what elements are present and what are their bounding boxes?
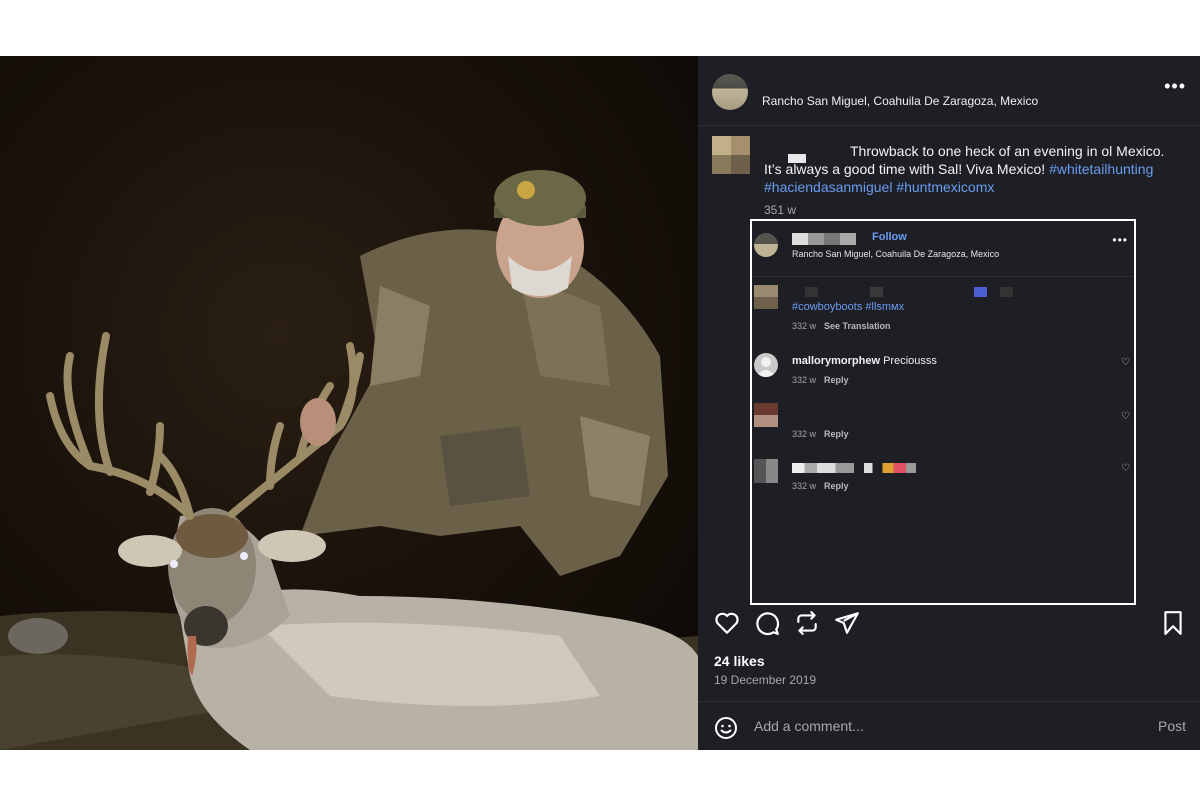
follow-button[interactable]: Follow xyxy=(872,231,907,243)
repost-icon[interactable] xyxy=(794,610,820,636)
add-comment-input[interactable]: Add a comment... xyxy=(754,718,864,734)
heart-icon: ♡ xyxy=(1121,463,1130,474)
hashtag-link[interactable]: #huntmexicomx xyxy=(896,179,994,195)
embed-caption-meta: 332 w See Translation xyxy=(792,321,891,331)
more-options-icon: ••• xyxy=(1112,233,1128,247)
avatar[interactable] xyxy=(712,74,748,110)
comment-age: 332 w xyxy=(792,481,817,491)
embed-header: Follow Rancho San Miguel, Coahuila De Za… xyxy=(752,221,1134,277)
redacted-text xyxy=(792,463,916,473)
share-icon[interactable] xyxy=(834,610,860,636)
embed-avatar xyxy=(754,285,778,309)
embedded-screenshot: Follow Rancho San Miguel, Coahuila De Za… xyxy=(750,219,1136,605)
reply-link: Reply xyxy=(824,429,849,439)
comment-meta: 332 w Reply xyxy=(792,429,849,439)
caption-avatar[interactable] xyxy=(712,136,750,174)
reply-link: Reply xyxy=(824,375,849,385)
add-comment-bar: Add a comment... Post xyxy=(698,701,1200,750)
embed-location: Rancho San Miguel, Coahuila De Zaragoza,… xyxy=(792,249,1000,259)
post-actions xyxy=(698,610,1200,642)
heart-icon: ♡ xyxy=(1121,357,1130,368)
comment-text: mallorymorphew Preciousss xyxy=(792,355,937,367)
redacted-username xyxy=(792,233,856,245)
caption-text-b: s always a good time with Sal! Viva Mexi… xyxy=(774,161,1046,177)
comment-avatar xyxy=(754,459,778,483)
post-photo[interactable] xyxy=(0,56,698,750)
likes-count[interactable]: 24 likes xyxy=(714,653,765,669)
hashtag-link[interactable]: #whitetailhunting xyxy=(1049,161,1153,177)
post-caption: Throwback to one heck of an evening in o… xyxy=(764,142,1174,196)
reply-link: Reply xyxy=(824,481,849,491)
comment-age: 332 w xyxy=(792,375,817,385)
post-age: 351 w xyxy=(764,203,797,217)
embed-avatar xyxy=(754,233,778,257)
comment-avatar xyxy=(754,353,778,377)
post-location[interactable]: Rancho San Miguel, Coahuila De Zaragoza,… xyxy=(762,94,1038,108)
emoji-icon[interactable] xyxy=(714,716,738,740)
default-avatar-icon xyxy=(756,357,776,377)
redacted-username xyxy=(788,154,806,163)
post-date: 19 December 2019 xyxy=(714,673,817,687)
heart-icon[interactable] xyxy=(714,610,740,636)
redacted-text xyxy=(792,287,1052,297)
comment-age: 332 w xyxy=(792,321,817,331)
more-options-icon[interactable]: ••• xyxy=(1164,76,1186,97)
comment-avatar xyxy=(754,403,778,427)
comment-meta: 332 w Reply xyxy=(792,481,849,491)
comment-body: Preciousss xyxy=(883,355,937,367)
post-header: Rancho San Miguel, Coahuila De Zaragoza,… xyxy=(698,56,1200,126)
instagram-post: Rancho San Miguel, Coahuila De Zaragoza,… xyxy=(0,56,1200,750)
see-translation-link: See Translation xyxy=(824,321,891,331)
bookmark-icon[interactable] xyxy=(1160,610,1186,636)
hunter-with-deer-image xyxy=(0,170,698,750)
comment-icon[interactable] xyxy=(754,610,780,636)
heart-icon: ♡ xyxy=(1121,411,1130,422)
comment-meta: 332 w Reply xyxy=(792,375,849,385)
embed-caption-row: #cowboyboots #llsmмx 332 w See Translatio… xyxy=(752,281,1134,341)
caption-text-a: It xyxy=(764,161,772,177)
hashtag-link[interactable]: #haciendasanmiguel xyxy=(764,179,892,195)
comment-row: mallorymorphew Preciousss 332 w Reply ♡ xyxy=(752,345,1134,395)
post-comment-button[interactable]: Post xyxy=(1158,718,1186,734)
comment-username: mallorymorphew xyxy=(792,355,881,367)
caption-line-1: Throwback to one heck of an evening in o… xyxy=(850,143,1165,159)
comment-row: 332 w Reply ♡ xyxy=(752,453,1134,503)
comment-age: 332 w xyxy=(792,429,817,439)
embed-hashtags: #cowboyboots #llsmмx xyxy=(792,301,905,313)
comment-row: 332 w Reply ♡ xyxy=(752,399,1134,449)
post-side-panel: Rancho San Miguel, Coahuila De Zaragoza,… xyxy=(698,56,1200,750)
